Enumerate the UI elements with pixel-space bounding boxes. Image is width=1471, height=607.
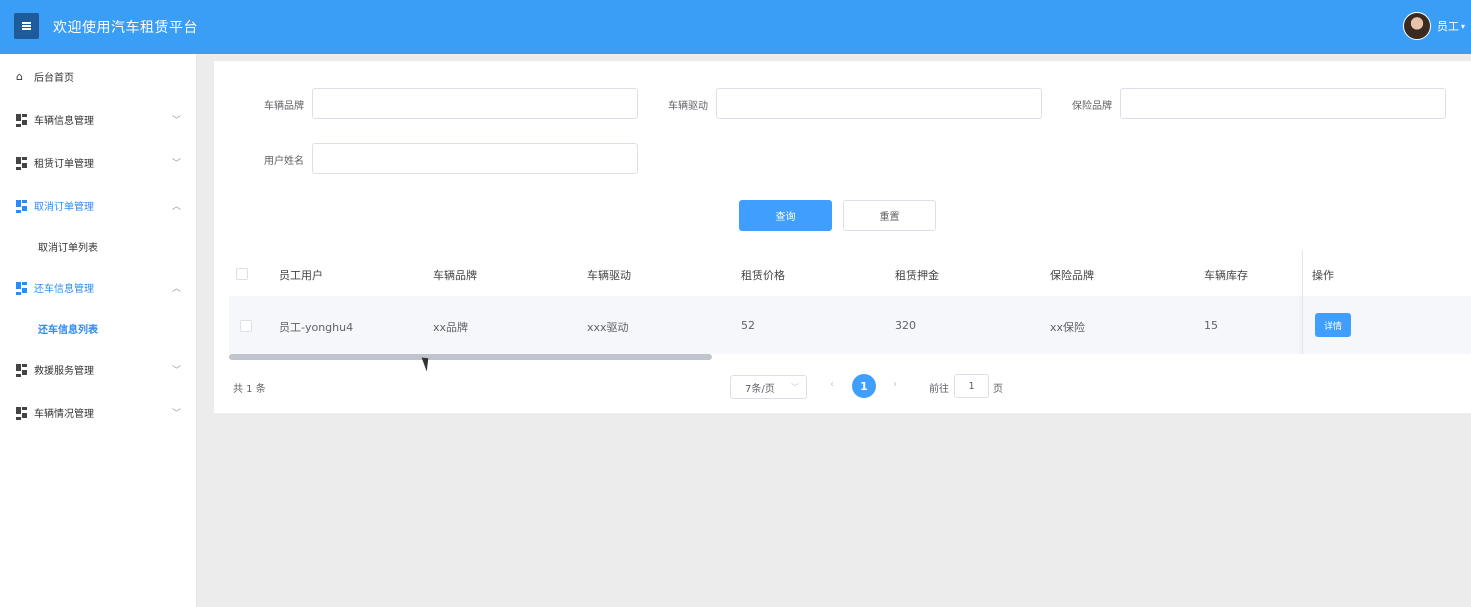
cell-drive: xxx驱动 [587,321,629,334]
hamburger-icon [22,25,31,27]
sidebar-subitem-cancel-order-list[interactable]: 取消订单列表 [38,239,98,254]
cell-stock: 15 [1204,319,1218,332]
column-header: 保险品牌 [1050,269,1094,282]
home-icon: ⌂ [16,69,23,83]
brand-label: 车辆品牌 [264,101,304,112]
sidebar-item-home[interactable]: ⌂ 后台首页 [0,66,197,86]
cell-price: 52 [741,319,755,332]
column-header: 租赁价格 [741,269,785,282]
cell-deposit: 320 [895,319,916,332]
app-title: 欢迎使用汽车租赁平台 [53,20,198,36]
sidebar-item-rental-orders[interactable]: 租赁订单管理 ﹀ [0,152,197,172]
cell-brand: xx品牌 [433,321,469,334]
drive-input[interactable] [716,88,1042,119]
select-all-checkbox[interactable] [236,268,248,280]
chevron-down-icon: ﹀ [172,115,182,126]
query-button[interactable]: 查询 [739,200,832,231]
column-header: 车辆库存 [1204,269,1248,282]
insurance-input[interactable] [1120,88,1446,119]
drive-label: 车辆驱动 [668,101,708,112]
column-header: 车辆品牌 [433,269,477,282]
sidebar-item-label: 车辆信息管理 [34,115,94,127]
sidebar-item-label: 后台首页 [34,72,74,84]
cell-user: 员工-yonghu4 [279,321,354,334]
reset-button[interactable]: 重置 [843,200,936,231]
user-name[interactable]: 员工 [1437,18,1459,34]
column-header: 车辆驱动 [587,269,631,282]
menu-toggle-button[interactable] [14,13,39,39]
sidebar-item-label: 车辆情况管理 [34,408,94,420]
sidebar-item-label: 取消订单管理 [34,201,94,213]
sidebar-item-label: 租赁订单管理 [34,158,94,170]
sidebar-subitem-return-info-list[interactable]: 还车信息列表 [38,321,98,336]
sidebar [0,54,197,607]
grid-icon [16,281,27,295]
page-size-select[interactable]: 7条/页 ﹀ [730,375,807,399]
top-header: 欢迎使用汽车租赁平台 员工 ▾ [0,0,1471,54]
prev-page-button[interactable]: ‹ [830,379,834,390]
column-header: 租赁押金 [895,269,939,282]
sidebar-item-return-info[interactable]: 还车信息管理 ︿ [0,277,197,297]
page-number-current[interactable]: 1 [852,374,876,398]
table-row[interactable] [229,296,1471,354]
detail-button[interactable]: 详情 [1315,313,1351,337]
sidebar-item-vehicle-status[interactable]: 车辆情况管理 ﹀ [0,402,197,422]
scrollbar-thumb[interactable] [229,354,712,360]
column-header: 操作 [1312,269,1334,282]
grid-icon [16,199,27,213]
user-menu[interactable]: 员工 ▾ [1402,12,1465,40]
grid-icon [16,156,27,170]
goto-suffix: 页 [993,384,1003,395]
grid-icon [16,363,27,377]
goto-label: 前往 [929,384,949,395]
fixed-column-divider [1302,250,1303,354]
chevron-down-icon[interactable]: ▾ [1461,22,1465,31]
chevron-up-icon: ︿ [172,201,182,212]
page-size-value: 7条/页 [745,383,775,395]
chevron-down-icon: ﹀ [172,408,182,419]
chevron-down-icon: ﹀ [172,365,182,376]
insurance-label: 保险品牌 [1072,101,1112,112]
cell-insurance: xx保险 [1050,321,1086,334]
column-header: 员工用户 [279,269,323,282]
next-page-button[interactable]: › [893,379,897,390]
sidebar-item-vehicle-info[interactable]: 车辆信息管理 ﹀ [0,109,197,129]
sidebar-item-label: 还车信息管理 [34,283,94,295]
grid-icon [16,406,27,420]
user-name-label: 用户姓名 [264,156,304,167]
grid-icon [16,113,27,127]
goto-page-input[interactable]: 1 [954,374,989,398]
sidebar-item-label: 救援服务管理 [34,365,94,377]
total-count: 共 1 条 [233,384,266,395]
chevron-down-icon: ﹀ [172,158,182,169]
row-checkbox[interactable] [240,320,252,332]
brand-input[interactable] [312,88,638,119]
sidebar-item-rescue-service[interactable]: 救援服务管理 ﹀ [0,359,197,379]
avatar[interactable] [1402,12,1431,40]
chevron-up-icon: ︿ [172,283,182,294]
chevron-down-icon: ﹀ [791,382,799,392]
sidebar-item-cancel-orders[interactable]: 取消订单管理 ︿ [0,195,197,215]
user-name-input[interactable] [312,143,638,174]
